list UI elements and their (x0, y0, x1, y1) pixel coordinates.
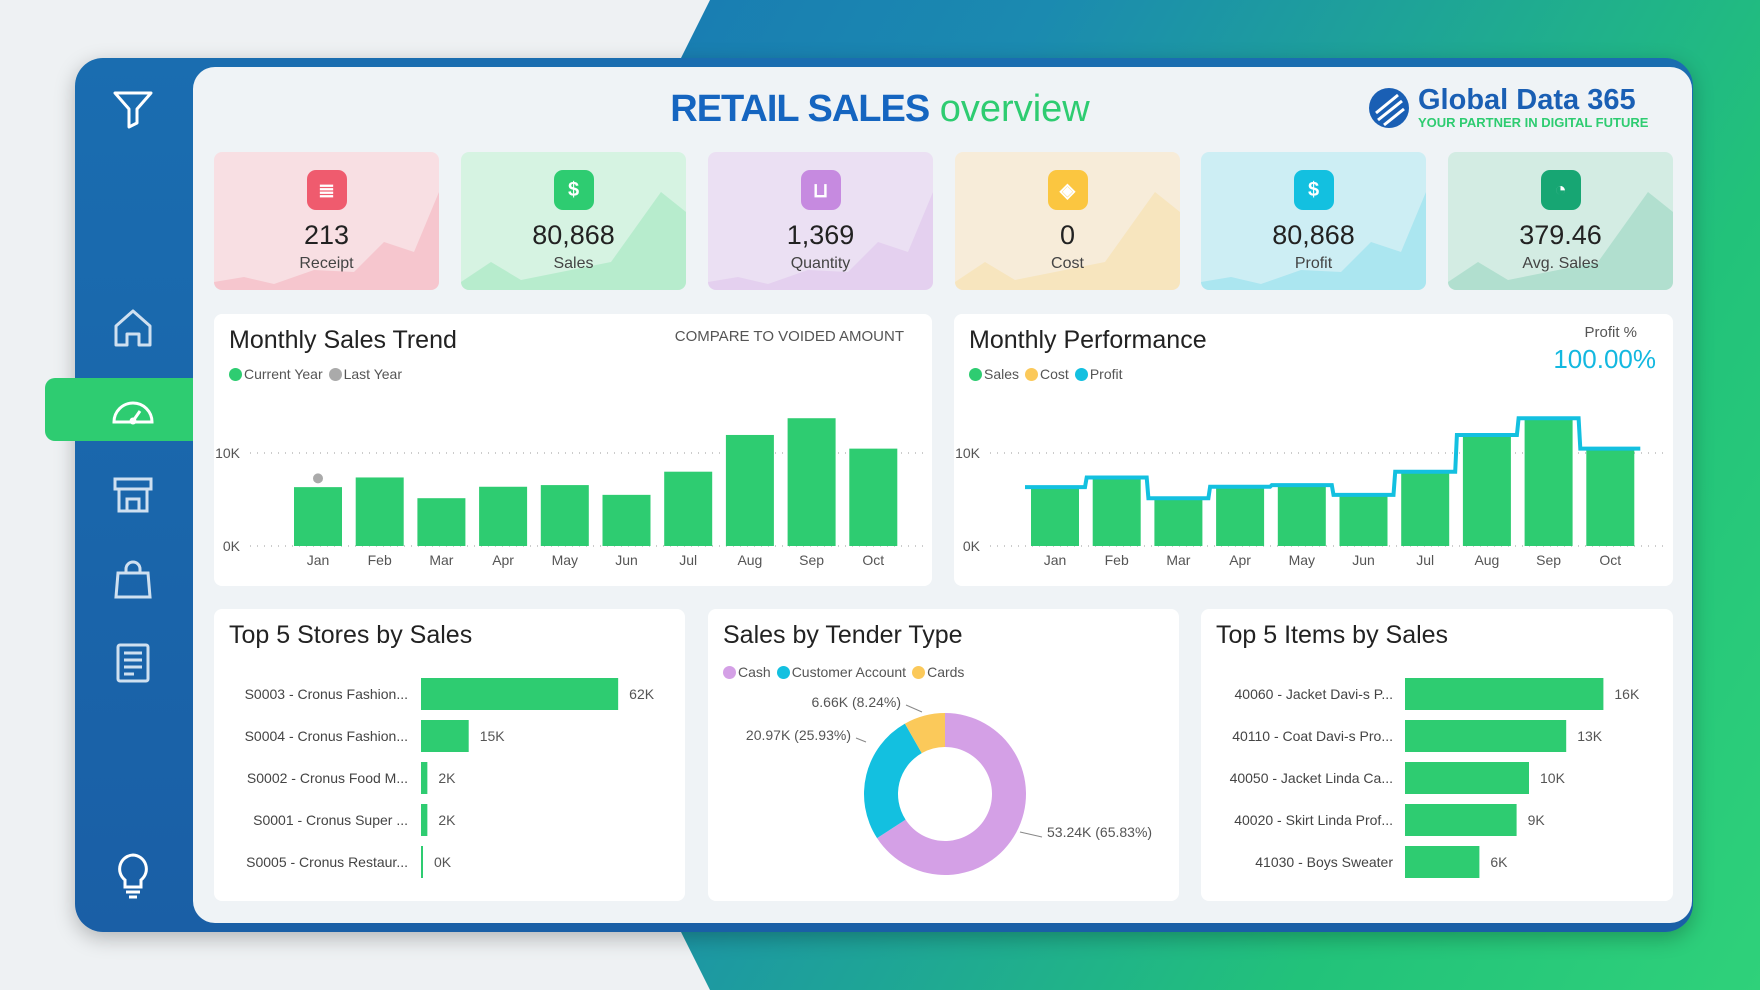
bar-mar[interactable] (417, 498, 466, 546)
store-bar[interactable] (421, 678, 619, 710)
x-tick-label: Sep (1536, 552, 1561, 568)
item-label: 41030 - Boys Sweater (1255, 854, 1393, 870)
x-tick-label: Apr (492, 552, 514, 568)
donut-data-label: 6.66K (8.24%) (812, 694, 902, 710)
store-value: 2K (438, 770, 456, 786)
leader-line (1019, 831, 1043, 838)
store-value: 2K (438, 812, 456, 828)
item-label: 40110 - Coat Davi-s Pro... (1232, 728, 1393, 744)
donut-data-label: 53.24K (65.83%) (1047, 824, 1152, 840)
bar-apr[interactable] (1216, 486, 1265, 546)
leader-line (905, 704, 923, 713)
x-tick-label: Oct (862, 552, 884, 568)
item-value: 6K (1490, 854, 1508, 870)
x-tick-label: Aug (737, 552, 762, 568)
bar-aug[interactable] (1462, 434, 1511, 546)
bar-jul[interactable] (1401, 471, 1450, 546)
store-bar[interactable] (421, 762, 428, 794)
bar-jan[interactable] (294, 487, 342, 546)
item-bar[interactable] (1405, 846, 1480, 878)
bar-feb[interactable] (355, 477, 404, 546)
x-tick-label: Jan (307, 552, 330, 568)
donut-data-label: 20.97K (25.93%) (746, 727, 851, 743)
item-bar[interactable] (1405, 678, 1604, 710)
x-tick-label: Jul (679, 552, 697, 568)
bar-jan[interactable] (1031, 487, 1079, 546)
x-tick-label: Jun (615, 552, 638, 568)
item-bar[interactable] (1405, 720, 1567, 752)
item-label: 40020 - Skirt Linda Prof... (1234, 812, 1393, 828)
x-tick-label: May (552, 552, 578, 568)
bar-sep[interactable] (787, 418, 836, 546)
item-value: 13K (1577, 728, 1603, 744)
store-label: S0002 - Cronus Food M... (247, 770, 408, 786)
y-tick-label: 0K (223, 538, 241, 554)
last-year-point[interactable] (313, 473, 323, 484)
bar-mar[interactable] (1154, 498, 1203, 546)
charts-layer: 0K 10K Jan Feb Mar Apr May Jun Jul Aug Sep Oct 0K 10K… (215, 416, 1665, 878)
store-bar[interactable] (421, 804, 428, 836)
store-label: S0005 - Cronus Restaur... (246, 854, 408, 870)
store-value: 15K (480, 728, 506, 744)
item-label: 40060 - Jacket Davi-s P... (1235, 686, 1393, 702)
x-tick-label: Jan (1044, 552, 1067, 568)
bar-sep[interactable] (1524, 418, 1573, 546)
bar-feb[interactable] (1092, 477, 1141, 546)
item-bar[interactable] (1405, 762, 1529, 794)
x-tick-label: Mar (429, 552, 453, 568)
item-bar[interactable] (1405, 804, 1517, 836)
store-value: 0K (434, 854, 452, 870)
x-tick-label: May (1289, 552, 1315, 568)
item-value: 10K (1540, 770, 1566, 786)
bar-oct[interactable] (849, 448, 898, 546)
x-tick-label: Oct (1599, 552, 1621, 568)
donut-slice-customer-account[interactable] (864, 723, 922, 839)
store-value: 62K (629, 686, 655, 702)
bar-aug[interactable] (725, 434, 774, 546)
x-tick-label: Feb (368, 552, 392, 568)
bar-oct[interactable] (1586, 448, 1635, 546)
y-tick-label: 0K (963, 538, 981, 554)
store-label: S0004 - Cronus Fashion... (245, 728, 408, 744)
bar-jul[interactable] (664, 471, 713, 546)
x-tick-label: Apr (1229, 552, 1251, 568)
item-label: 40050 - Jacket Linda Ca... (1230, 770, 1393, 786)
x-tick-label: Jul (1416, 552, 1434, 568)
x-tick-label: Jun (1352, 552, 1375, 568)
y-tick-label: 10K (955, 445, 981, 461)
item-value: 16K (1614, 686, 1640, 702)
x-tick-label: Aug (1474, 552, 1499, 568)
x-tick-label: Mar (1166, 552, 1190, 568)
x-tick-label: Feb (1105, 552, 1129, 568)
bar-jun[interactable] (1339, 494, 1388, 546)
bar-apr[interactable] (479, 486, 528, 546)
x-tick-label: Sep (799, 552, 824, 568)
bar-jun[interactable] (602, 494, 651, 546)
leader-line (855, 737, 867, 743)
item-value: 9K (1528, 812, 1546, 828)
store-label: S0003 - Cronus Fashion... (245, 686, 408, 702)
store-bar[interactable] (421, 846, 423, 878)
store-label: S0001 - Cronus Super ... (253, 812, 408, 828)
store-bar[interactable] (421, 720, 469, 752)
bar-may[interactable] (540, 485, 589, 546)
bar-may[interactable] (1277, 485, 1326, 546)
y-tick-label: 10K (215, 445, 241, 461)
